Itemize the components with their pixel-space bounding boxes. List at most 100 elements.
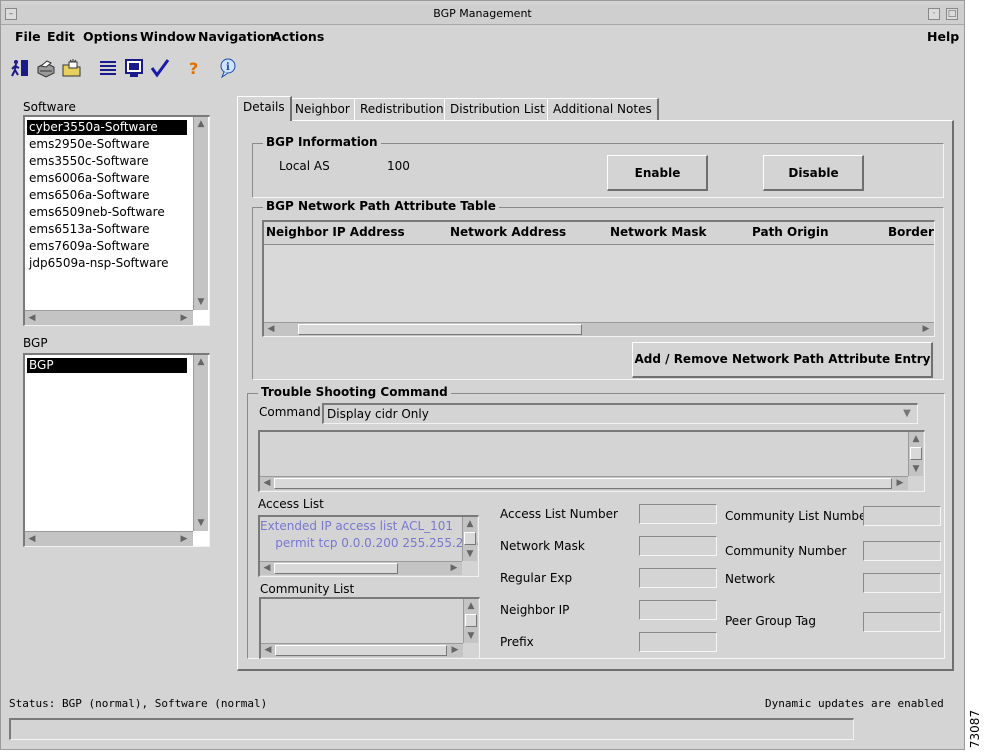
- menu-window[interactable]: Window: [140, 29, 196, 44]
- software-list-item[interactable]: ems6513a-Software: [27, 222, 187, 237]
- scroll-right-icon[interactable]: ▶: [177, 532, 191, 546]
- community-list-number-field[interactable]: [863, 506, 941, 526]
- software-list-item[interactable]: jdp6509a-nsp-Software: [27, 256, 187, 271]
- checkmark-icon[interactable]: [149, 56, 171, 80]
- scroll-left-icon[interactable]: ◀: [260, 476, 274, 490]
- dropdown-arrow-icon[interactable]: ▼: [900, 407, 914, 421]
- output-vscroll-thumb[interactable]: [910, 447, 922, 460]
- software-list-item[interactable]: ems3550c-Software: [27, 154, 187, 169]
- monitor-icon[interactable]: [123, 56, 145, 80]
- scroll-down-icon[interactable]: ▼: [464, 629, 478, 643]
- menu-file[interactable]: File: [15, 29, 41, 44]
- tab-distribution-list[interactable]: Distribution List: [444, 98, 552, 120]
- scroll-left-icon[interactable]: ◀: [261, 643, 275, 657]
- software-list-item[interactable]: ems2950e-Software: [27, 137, 187, 152]
- list-icon[interactable]: [97, 56, 119, 80]
- scroll-left-icon[interactable]: ◀: [25, 532, 39, 546]
- scroll-left-icon[interactable]: ◀: [25, 311, 39, 325]
- col-neighbor-ip[interactable]: Neighbor IP Address: [266, 225, 405, 239]
- menu-options[interactable]: Options: [83, 29, 138, 44]
- community-hscroll[interactable]: ◀ ▶: [261, 643, 463, 657]
- community-hscroll-thumb[interactable]: [275, 645, 447, 656]
- software-list-item[interactable]: ems6509neb-Software: [27, 205, 187, 220]
- scroll-up-icon[interactable]: ▲: [194, 355, 208, 369]
- scroll-up-icon[interactable]: ▲: [463, 517, 477, 531]
- tab-neighbor[interactable]: Neighbor: [289, 98, 357, 120]
- scroll-down-icon[interactable]: ▼: [194, 295, 208, 309]
- menu-edit[interactable]: Edit: [47, 29, 75, 44]
- access-hscroll[interactable]: ◀ ▶: [260, 561, 462, 575]
- menu-navigation[interactable]: Navigation: [198, 29, 274, 44]
- col-network-address[interactable]: Network Address: [450, 225, 566, 239]
- scroll-right-icon[interactable]: ▶: [177, 311, 191, 325]
- tab-redistribution[interactable]: Redistribution: [354, 98, 451, 120]
- scroll-right-icon[interactable]: ▶: [448, 643, 462, 657]
- access-hscroll-thumb[interactable]: [274, 563, 398, 574]
- scroll-up-icon[interactable]: ▲: [464, 599, 478, 613]
- network-field[interactable]: [863, 573, 941, 593]
- network-mask-field[interactable]: [639, 536, 717, 556]
- peer-group-tag-field[interactable]: [863, 612, 941, 632]
- scroll-left-icon[interactable]: ◀: [264, 322, 278, 336]
- community-list-box[interactable]: ▲ ▼ ◀ ▶: [259, 597, 480, 659]
- software-vscroll[interactable]: ▲ ▼: [193, 117, 208, 310]
- bgp-list-item[interactable]: BGP: [27, 358, 187, 373]
- table-hscroll-thumb[interactable]: [298, 324, 582, 335]
- help-question-icon[interactable]: ?: [183, 56, 205, 80]
- status-text: Status: BGP (normal), Software (normal): [9, 697, 268, 710]
- scroll-right-icon[interactable]: ▶: [893, 476, 907, 490]
- output-hscroll[interactable]: ◀ ▶: [260, 476, 908, 490]
- neighbor-ip-field[interactable]: [639, 600, 717, 620]
- access-vscroll-thumb[interactable]: [464, 532, 476, 545]
- col-border[interactable]: Border: [888, 225, 934, 239]
- bgp-vscroll[interactable]: ▲ ▼: [193, 355, 208, 531]
- minimize-icon[interactable]: ·: [928, 8, 940, 20]
- bgp-hscroll[interactable]: ◀ ▶: [25, 531, 193, 546]
- maximize-icon[interactable]: □: [946, 8, 958, 20]
- access-list-box[interactable]: Extended IP access list ACL_101 permit t…: [258, 515, 479, 577]
- menu-help[interactable]: Help: [927, 29, 959, 44]
- prefix-field[interactable]: [639, 632, 717, 652]
- community-number-field[interactable]: [863, 541, 941, 561]
- scroll-up-icon[interactable]: ▲: [909, 432, 923, 446]
- scroll-right-icon[interactable]: ▶: [447, 561, 461, 575]
- software-hscroll[interactable]: ◀ ▶: [25, 310, 193, 325]
- path-table[interactable]: Neighbor IP Address Network Address Netw…: [262, 220, 935, 337]
- access-list-line-1: Extended IP access list ACL_101: [260, 519, 454, 533]
- command-dropdown[interactable]: Display cidr Only ▼: [322, 403, 918, 424]
- software-list-item[interactable]: ems6006a-Software: [27, 171, 187, 186]
- community-vscroll-thumb[interactable]: [465, 614, 477, 627]
- scroll-right-icon[interactable]: ▶: [919, 322, 933, 336]
- disable-button[interactable]: Disable: [763, 155, 864, 191]
- scroll-down-icon[interactable]: ▼: [909, 462, 923, 476]
- open-folder-icon[interactable]: [61, 56, 83, 80]
- scroll-left-icon[interactable]: ◀: [260, 561, 274, 575]
- scroll-up-icon[interactable]: ▲: [194, 117, 208, 131]
- menu-actions[interactable]: Actions: [272, 29, 324, 44]
- col-path-origin[interactable]: Path Origin: [752, 225, 829, 239]
- tab-details[interactable]: Details: [237, 96, 292, 121]
- regular-exp-field[interactable]: [639, 568, 717, 588]
- access-vscroll[interactable]: ▲ ▼: [462, 517, 477, 561]
- print-icon[interactable]: [35, 56, 57, 80]
- add-remove-path-entry-button[interactable]: Add / Remove Network Path Attribute Entr…: [632, 342, 933, 378]
- community-vscroll[interactable]: ▲ ▼: [463, 599, 478, 643]
- scroll-down-icon[interactable]: ▼: [194, 516, 208, 530]
- enable-button[interactable]: Enable: [607, 155, 708, 191]
- info-icon[interactable]: i: [217, 56, 239, 80]
- col-network-mask[interactable]: Network Mask: [610, 225, 707, 239]
- tab-additional-notes[interactable]: Additional Notes: [547, 98, 659, 120]
- table-hscroll[interactable]: ◀ ▶: [264, 322, 934, 336]
- exit-icon[interactable]: [9, 56, 31, 80]
- software-list[interactable]: cyber3550a-Software ems2950e-Software ems3…: [23, 115, 210, 326]
- output-hscroll-thumb[interactable]: [274, 478, 892, 489]
- access-list-number-field[interactable]: [639, 504, 717, 524]
- output-vscroll[interactable]: ▲ ▼: [908, 432, 923, 476]
- software-list-item[interactable]: ems6506a-Software: [27, 188, 187, 203]
- software-list-item[interactable]: ems7609a-Software: [27, 239, 187, 254]
- scroll-down-icon[interactable]: ▼: [463, 547, 477, 561]
- table-body: [264, 245, 934, 322]
- command-output[interactable]: ▲ ▼ ◀ ▶: [258, 430, 925, 492]
- bgp-list[interactable]: BGP ▲ ▼ ◀ ▶: [23, 353, 210, 547]
- software-list-item[interactable]: cyber3550a-Software: [27, 120, 187, 135]
